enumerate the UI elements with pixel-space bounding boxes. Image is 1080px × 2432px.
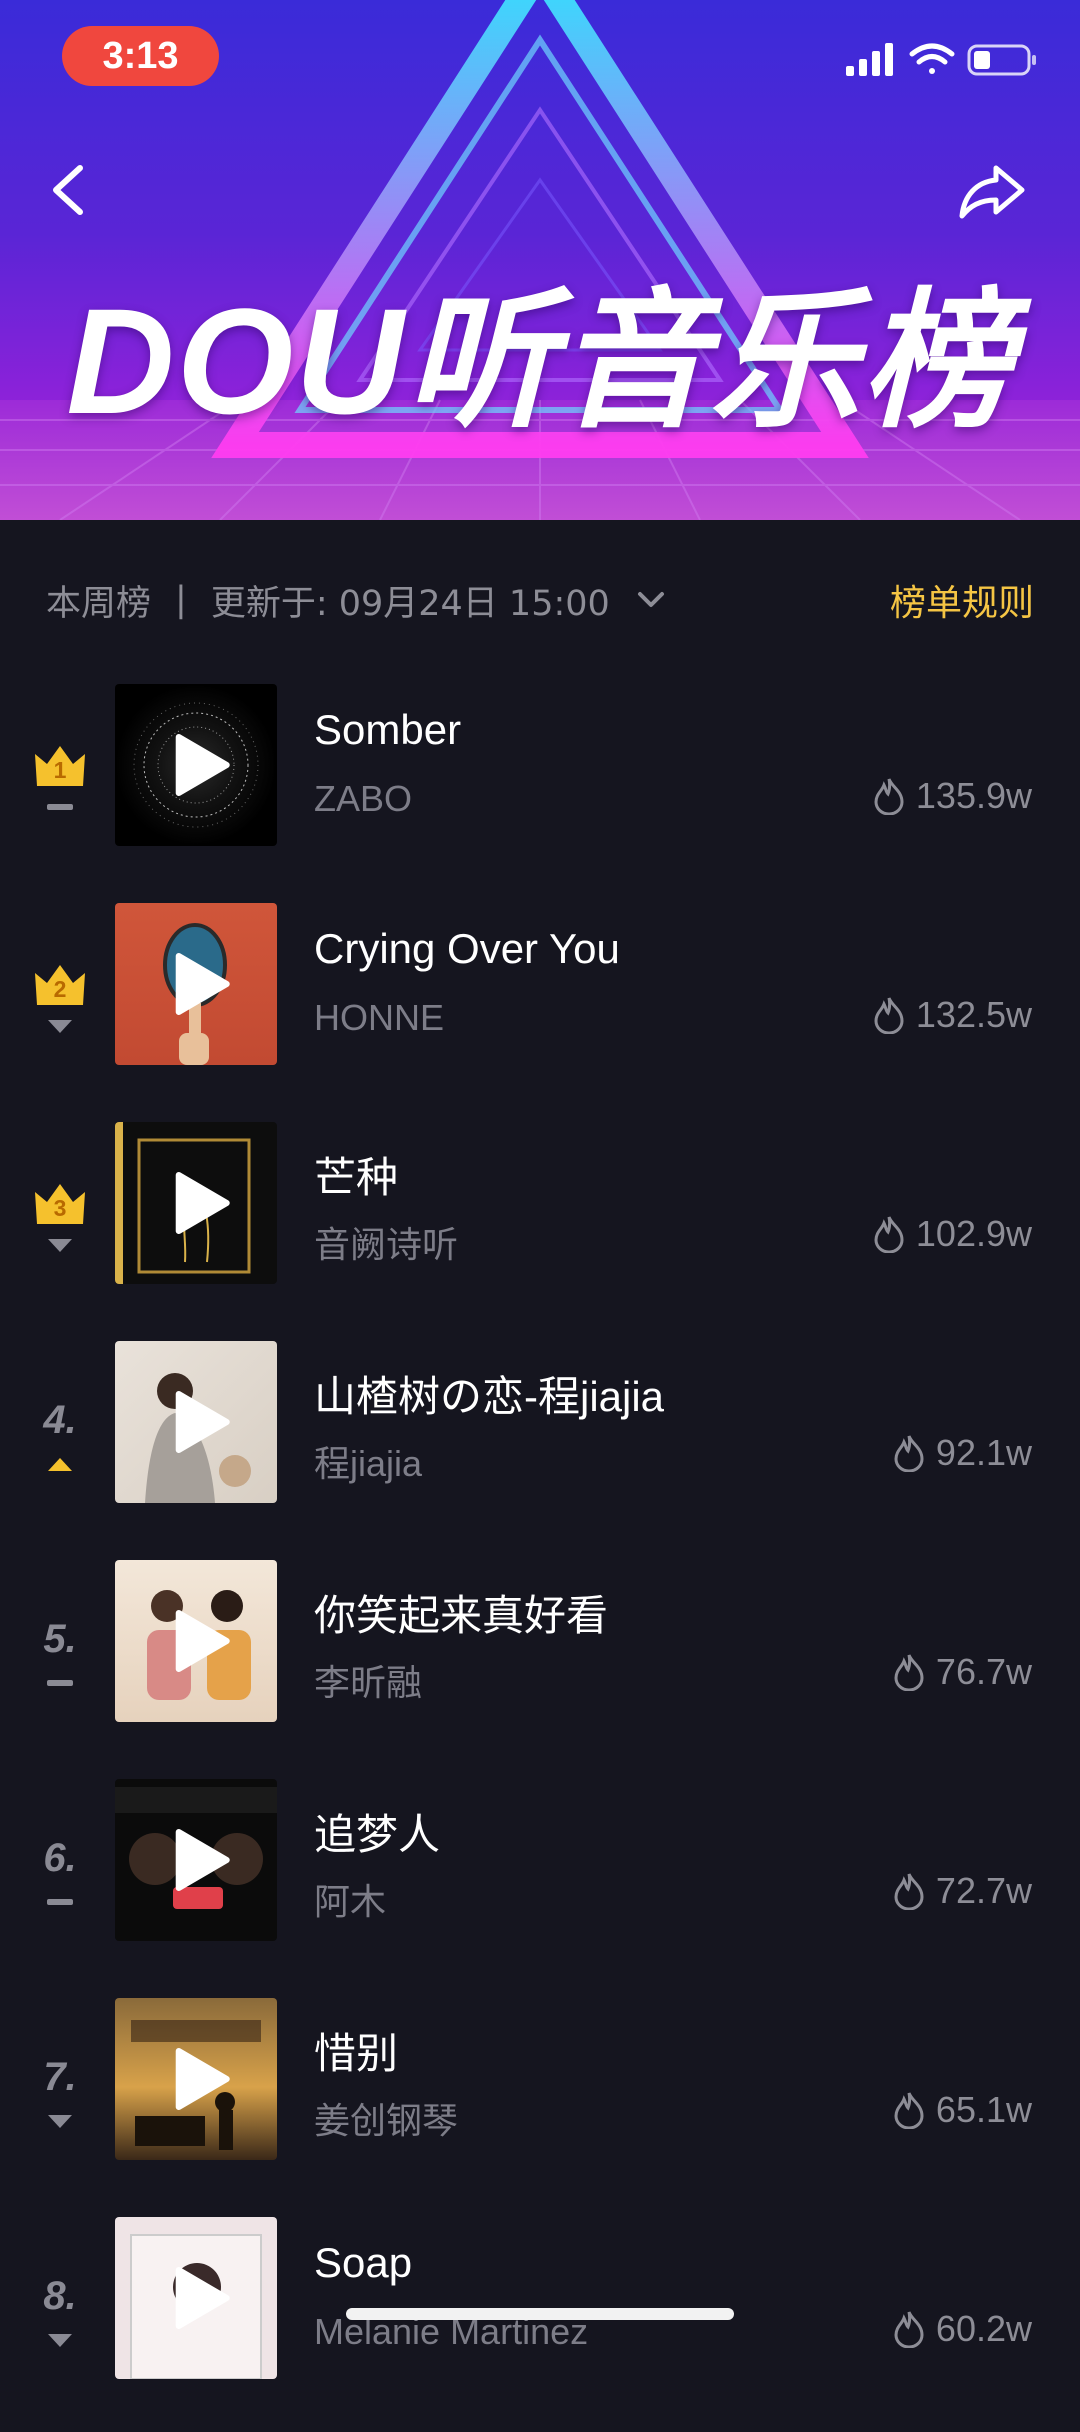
trend-up-icon [48, 1458, 72, 1471]
album-cover[interactable] [115, 903, 277, 1065]
rank-indicator: 7. [20, 2044, 100, 2164]
trend-down-icon [48, 2334, 72, 2347]
flame-icon [894, 1873, 924, 1910]
divider: | [175, 580, 187, 620]
update-time[interactable]: 更新于: 09月24日 15:00 [211, 575, 610, 626]
play-icon[interactable] [175, 1171, 231, 1235]
song-list: 1 Somber ZABO 135.9w 2 Crying Over You H… [0, 680, 1080, 2432]
play-icon[interactable] [175, 733, 231, 797]
album-cover[interactable] [115, 1560, 277, 1722]
play-count: 132.5w [874, 994, 1032, 1036]
play-count: 102.9w [874, 1213, 1032, 1255]
play-icon[interactable] [175, 2266, 231, 2330]
song-title: 惜别 [314, 2030, 399, 2077]
flame-icon [894, 1654, 924, 1691]
song-row[interactable]: 8. Soap Melanie Martinez 60.2w [0, 2213, 1080, 2432]
album-cover[interactable] [115, 1779, 277, 1941]
album-cover[interactable] [115, 2217, 277, 2379]
play-count: 92.1w [894, 1432, 1032, 1474]
song-artist: 阿木 [314, 1881, 387, 1922]
rank-number: 4. [43, 1398, 77, 1442]
play-icon[interactable] [175, 1390, 231, 1454]
rank-number: 8. [43, 2274, 77, 2318]
play-icon[interactable] [175, 952, 231, 1016]
rank-number: 6. [43, 1836, 77, 1880]
rank-number: 5. [43, 1617, 77, 1661]
chevron-down-icon[interactable] [636, 590, 666, 610]
play-icon[interactable] [175, 2047, 231, 2111]
status-icons [846, 43, 1036, 76]
battery-icon [967, 44, 1036, 76]
album-cover[interactable] [115, 1998, 277, 2160]
signal-icon [846, 43, 893, 76]
flame-icon [894, 2311, 924, 2348]
song-title: Somber [314, 706, 462, 753]
play-icon[interactable] [175, 1609, 231, 1673]
song-artist: 音阙诗听 [314, 1224, 459, 1265]
play-count: 76.7w [894, 1651, 1032, 1693]
rank-number: 7. [43, 2055, 77, 2099]
trend-same-icon [47, 1899, 73, 1905]
song-row[interactable]: 3 芒种 音阙诗听 102.9w [0, 1118, 1080, 1337]
crown-icon: 2 [33, 961, 87, 1007]
crown-icon: 3 [33, 1180, 87, 1226]
flame-icon [874, 1216, 904, 1253]
play-count: 72.7w [894, 1870, 1032, 1912]
trend-same-icon [47, 804, 73, 810]
song-title: 山楂树の恋-程jiajia [314, 1373, 665, 1420]
rank-indicator: 8. [20, 2263, 100, 2383]
song-row[interactable]: 5. 你笑起来真好看 李昕融 76.7w [0, 1556, 1080, 1775]
song-title: 追梦人 [314, 1811, 441, 1858]
play-count: 135.9w [874, 775, 1032, 817]
share-icon[interactable] [958, 160, 1028, 220]
song-title: Soap [314, 2239, 413, 2286]
rank-indicator: 5. [20, 1606, 100, 1726]
song-artist: 李昕融 [314, 1662, 423, 1703]
trend-down-icon [48, 2115, 72, 2128]
song-row[interactable]: 2 Crying Over You HONNE 132.5w [0, 899, 1080, 1118]
header-banner: 3:13 DOU听音乐榜 [0, 0, 1080, 520]
song-artist: 程jiajia [314, 1443, 423, 1484]
flame-icon [874, 997, 904, 1034]
crown-icon: 1 [33, 742, 87, 788]
banner-title: DOU听音乐榜 [66, 277, 1014, 445]
song-row[interactable]: 7. 惜别 姜创钢琴 65.1w [0, 1994, 1080, 2213]
song-artist: 姜创钢琴 [314, 2100, 459, 2141]
chart-info-bar: 本周榜 | 更新于: 09月24日 15:00 榜单规则 [46, 570, 1034, 630]
wifi-icon [909, 43, 955, 74]
song-row[interactable]: 1 Somber ZABO 135.9w [0, 680, 1080, 899]
song-artist: HONNE [314, 997, 445, 1038]
song-title: Crying Over You [314, 925, 620, 972]
play-icon[interactable] [175, 1828, 231, 1892]
album-cover[interactable] [115, 1341, 277, 1503]
rank-indicator: 3 [20, 1168, 100, 1288]
rank-indicator: 4. [20, 1387, 100, 1507]
rank-indicator: 2 [20, 949, 100, 1069]
song-title: 芒种 [314, 1154, 399, 1201]
chart-period: 本周榜 [46, 583, 152, 624]
rank-indicator: 1 [20, 730, 100, 850]
play-count: 65.1w [894, 2089, 1032, 2131]
song-artist: ZABO [314, 778, 413, 819]
song-title: 你笑起来真好看 [314, 1592, 609, 1639]
back-icon[interactable] [44, 160, 94, 220]
play-count: 60.2w [894, 2308, 1032, 2350]
flame-icon [894, 2092, 924, 2129]
flame-icon [894, 1435, 924, 1472]
song-row[interactable]: 4. 山楂树の恋-程jiajia 程jiajia 92.1w [0, 1337, 1080, 1556]
status-time: 3:13 [62, 26, 219, 86]
trend-down-icon [48, 1020, 72, 1033]
rank-indicator: 6. [20, 1825, 100, 1945]
trend-down-icon [48, 1239, 72, 1252]
flame-icon [874, 778, 904, 815]
album-cover[interactable] [115, 684, 277, 846]
album-cover[interactable] [115, 1122, 277, 1284]
home-indicator[interactable] [346, 2308, 734, 2320]
trend-same-icon [47, 1680, 73, 1686]
song-row[interactable]: 6. 追梦人 阿木 72.7w [0, 1775, 1080, 1994]
chart-rules-link[interactable]: 榜单规则 [890, 574, 1034, 626]
